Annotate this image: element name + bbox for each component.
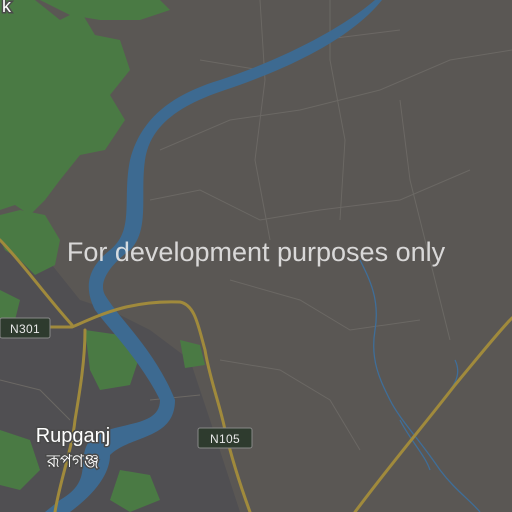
shield-n301: N301 (0, 317, 51, 339)
place-label-rupganj: Rupganj (36, 425, 111, 447)
shield-n105: N105 (197, 427, 253, 449)
edge-place-label: k (2, 0, 12, 16)
map-tiles: N301 N105 Rupganj রূপগঞ্জ k (0, 0, 512, 512)
shield-n301-label: N301 (10, 322, 40, 336)
map-canvas[interactable]: N301 N105 Rupganj রূপগঞ্জ k For developm… (0, 0, 512, 512)
shield-n105-label: N105 (210, 432, 240, 446)
place-label-rupganj-bengali: রূপগঞ্জ (46, 451, 100, 471)
